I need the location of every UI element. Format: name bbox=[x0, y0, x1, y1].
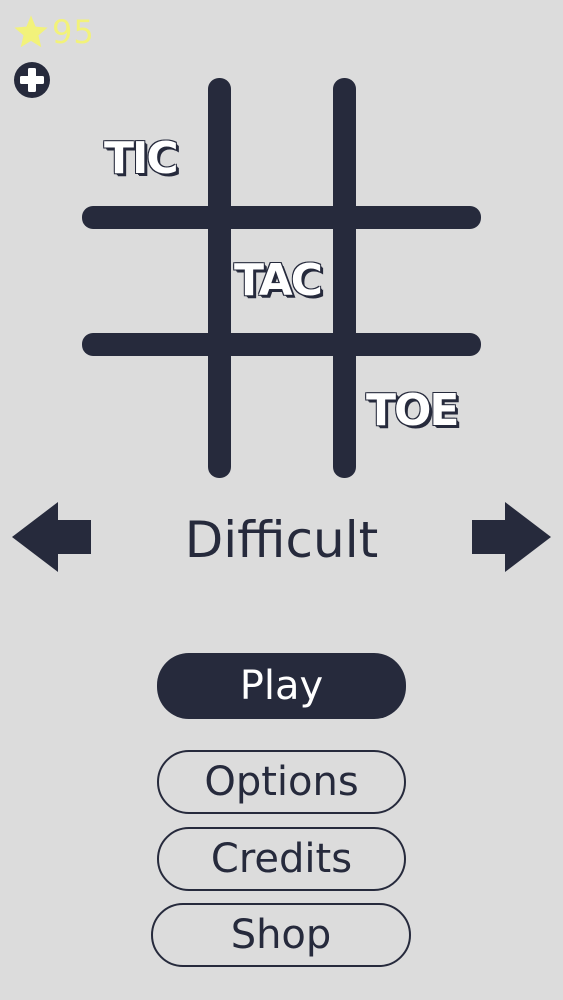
options-button[interactable]: Options bbox=[157, 750, 406, 814]
difficulty-label: Difficult bbox=[184, 511, 379, 569]
grid-line-horizontal-bottom bbox=[82, 333, 481, 356]
logo-word-toe: TOE bbox=[366, 385, 459, 436]
grid-line-horizontal-top bbox=[82, 206, 481, 229]
arrow-left-icon bbox=[12, 502, 92, 572]
previous-difficulty-button[interactable] bbox=[12, 502, 92, 572]
logo-word-tic: TIC bbox=[104, 133, 179, 184]
next-difficulty-button[interactable] bbox=[471, 502, 551, 572]
game-logo: TIC TAC TOE bbox=[0, 0, 563, 500]
shop-button[interactable]: Shop bbox=[151, 903, 411, 967]
grid-line-vertical-left bbox=[208, 78, 231, 478]
grid-line-vertical-right bbox=[333, 78, 356, 478]
arrow-right-icon bbox=[471, 502, 551, 572]
play-button[interactable]: Play bbox=[157, 653, 406, 719]
logo-word-tac: TAC bbox=[234, 255, 323, 306]
credits-button[interactable]: Credits bbox=[157, 827, 406, 891]
